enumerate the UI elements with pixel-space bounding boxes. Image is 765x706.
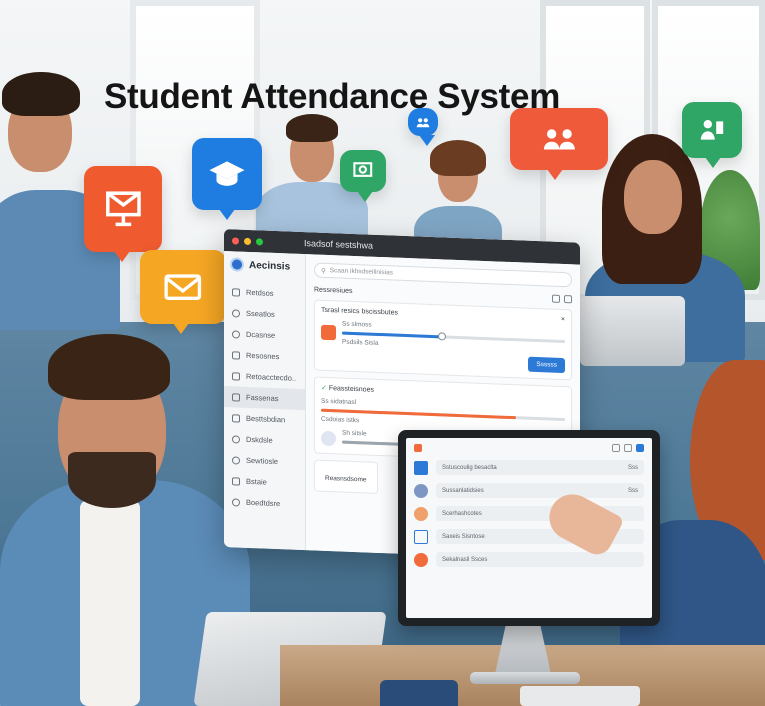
list-item-label: Saxeis Sisntose [442, 533, 485, 540]
window-icon[interactable] [624, 444, 632, 452]
window-icon[interactable] [612, 444, 620, 452]
header-actions [552, 294, 572, 304]
sidebar-item-label: Sewtiosle [246, 455, 279, 467]
sidebar-item-label: Dcasnse [246, 329, 276, 340]
monitor-base [470, 672, 580, 684]
resources-panel: Tsrasl resics bscissbutes × Ss slmoss Ps… [314, 299, 572, 381]
award-icon [414, 506, 428, 521]
list-icon [232, 350, 240, 360]
page-title: Student Attendance System [104, 77, 561, 116]
laptop [580, 296, 685, 366]
attendance-row: Ss sidatnasl Csdoias istks [321, 398, 565, 432]
gear-icon [232, 455, 240, 465]
list-item-tag: Sss [627, 464, 638, 471]
expand-icon[interactable] [564, 295, 572, 304]
help-icon [232, 497, 240, 507]
slider-knob[interactable] [438, 332, 447, 341]
class-icon [682, 102, 742, 168]
sidebar-item-11[interactable]: Boedtdsre [224, 491, 305, 515]
user-icon [232, 308, 240, 318]
book-icon [232, 476, 240, 486]
brand: Aecinsis [224, 257, 305, 284]
sidebar-item-label: Bstaie [246, 476, 267, 487]
check-icon: ✓ [321, 384, 327, 392]
teacher-icon [340, 150, 386, 202]
sidebar-item-label: Retoacctecdo.. [246, 371, 297, 383]
window-title: Isadsof sestshwa [304, 238, 374, 251]
list-item-label: Sekalnasli Ssces [442, 556, 488, 563]
slider-fill [342, 331, 443, 339]
list-item-bar: Sstuscoulig besaclta Sss [436, 460, 644, 475]
close-icon[interactable]: × [561, 316, 565, 323]
list-item-tag: Sss [627, 487, 638, 494]
list-item-bar: Sekalnasli Ssces [436, 552, 644, 567]
panel-title: Feassteisnoes [328, 385, 374, 394]
desktop-monitor: Sstuscoulig besaclta Sss Sussanlatidsies S… [398, 430, 660, 626]
mail-icon [140, 250, 226, 334]
bottom-card[interactable]: Reasnsdsome [314, 459, 378, 494]
list-item-bar: Sussanlatidsies Sss [436, 483, 644, 498]
sidebar-item-label: Resosnes [246, 350, 280, 362]
user-icon [321, 430, 336, 446]
minimize-window-button[interactable] [244, 237, 251, 245]
shield-icon [414, 460, 428, 475]
list-item[interactable]: Sekalnasli Ssces [414, 552, 644, 567]
logo-icon [230, 257, 244, 272]
document-icon [414, 529, 428, 544]
presentation-icon [84, 166, 162, 262]
brand-name: Aecinsis [249, 259, 291, 273]
attendance-row: Ss slmoss Psdsils Sisla [321, 320, 565, 354]
sidebar-item-label: Fassenas [246, 392, 279, 404]
sidebar-item-label: Retdsos [246, 287, 274, 298]
maximize-window-button[interactable] [256, 237, 263, 245]
grid-icon [232, 287, 240, 297]
chart-icon [232, 413, 240, 423]
sidebar-item-label: Sseatlos [246, 308, 275, 319]
coffee-mug [380, 680, 458, 706]
search-placeholder: Scaan ikhsdseilinisias [329, 267, 393, 277]
save-button[interactable]: Ssssss [528, 356, 565, 374]
list-item-label: Sstuscoulig besaclta [442, 464, 497, 471]
calendar-icon [232, 392, 240, 402]
folder-icon [232, 371, 240, 381]
monitor-toolbar [414, 444, 644, 452]
avatar [321, 324, 336, 341]
list-item-label: Scerhashcotes [442, 510, 482, 517]
settings-icon [232, 329, 240, 339]
graduation-cap-icon [192, 138, 262, 220]
app-logo-icon [414, 444, 422, 452]
sidebar: Aecinsis Retdsos Sseatlos Dcasnse Resosn… [224, 251, 306, 551]
search-bar[interactable]: ⚲ Scaan ikhsdseilinisias [314, 262, 572, 288]
copy-icon[interactable] [552, 294, 560, 303]
bell-icon [232, 434, 240, 444]
group-icon [408, 108, 438, 146]
window-icon[interactable] [636, 444, 644, 452]
close-window-button[interactable] [232, 236, 239, 245]
sidebar-item-label: Besttsbdian [246, 413, 286, 425]
bottom-button-label: Reasnsdsome [325, 474, 367, 484]
sidebar-item-label: Dskdsle [246, 434, 273, 445]
search-icon: ⚲ [321, 267, 326, 275]
sidebar-item-label: Boedtdsre [246, 497, 281, 509]
panel-title: Tsrasl resics bscissbutes [321, 306, 399, 317]
user-icon [414, 483, 428, 498]
users-icon [510, 108, 608, 180]
list-item-label: Sussanlatidsies [442, 487, 484, 494]
list-item[interactable]: Sussanlatidsies Sss [414, 483, 644, 498]
keyboard [520, 686, 640, 706]
pin-icon [414, 552, 428, 567]
section-header-label: Ressresiues [314, 285, 353, 295]
list-item[interactable]: Sstuscoulig besaclta Sss [414, 460, 644, 475]
